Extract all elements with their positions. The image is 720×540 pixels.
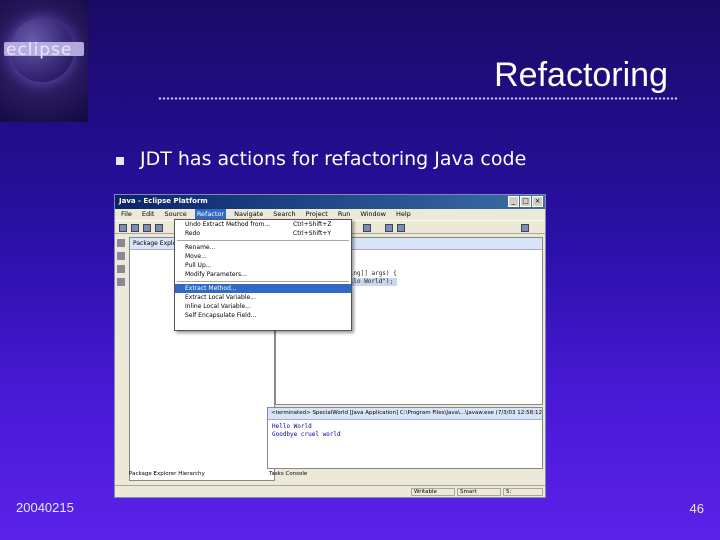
status-position: 5: — [503, 488, 543, 496]
menu-separator — [177, 240, 349, 241]
menu-file: File — [121, 210, 132, 218]
refactor-menu: Undo Extract Method from... Ctrl+Shift+Z … — [174, 219, 352, 331]
window-title: Java - Eclipse Platform — [119, 197, 208, 205]
save-icon — [131, 224, 139, 232]
eclipse-logo: eclipse — [0, 0, 88, 122]
back-icon — [385, 224, 393, 232]
resource-icon — [117, 265, 125, 273]
menu-separator — [177, 281, 349, 282]
console-view: <terminated> SpecialWorld [Java Applicat… — [267, 407, 543, 469]
status-insert-mode: Smart — [457, 488, 501, 496]
menu-item-undo: Undo Extract Method from... Ctrl+Shift+Z — [185, 221, 332, 228]
page-number: 46 — [689, 501, 704, 516]
logo-wordmark: eclipse — [6, 40, 73, 60]
status-writable: Writable — [411, 488, 455, 496]
menu-item-redo: Redo Ctrl+Shift+Y — [185, 230, 332, 237]
new-icon — [119, 224, 127, 232]
debug-icon — [155, 224, 163, 232]
status-bar: Writable Smart 5: — [115, 485, 545, 497]
window-title-bar: Java - Eclipse Platform — [115, 195, 545, 209]
menu-item-rename: Rename... — [185, 244, 216, 251]
forward-icon — [397, 224, 405, 232]
console-line: Hello World — [272, 423, 312, 430]
print-icon — [143, 224, 151, 232]
menu-item-extract-method: Extract Method... — [175, 284, 351, 293]
maximize-icon: □ — [520, 196, 531, 207]
title-divider — [158, 97, 678, 100]
menu-edit: Edit — [141, 210, 155, 218]
menu-help: Help — [395, 210, 411, 218]
console-output: Hello World Goodbye cruel world — [268, 420, 542, 442]
menu-item-self-encapsulate-field: Self Encapsulate Field... — [185, 312, 257, 319]
left-view-tabs: Package Explorer Hierarchy — [129, 471, 205, 477]
console-header: <terminated> SpecialWorld [Java Applicat… — [268, 408, 542, 420]
eclipse-window-screenshot: Java - Eclipse Platform _ □ × File Edit … — [114, 194, 546, 498]
slide-title: Refactoring — [494, 56, 668, 94]
menu-item-extract-local-variable: Extract Local Variable... — [185, 294, 256, 301]
perspective-icon — [521, 224, 529, 232]
menu-item-inline-local-variable: Inline Local Variable... — [185, 303, 251, 310]
search-icon — [363, 224, 371, 232]
window-controls: _ □ × — [508, 196, 543, 207]
menu-window: Window — [360, 210, 386, 218]
close-icon: × — [532, 196, 543, 207]
console-line: Goodbye cruel world — [272, 431, 341, 438]
bottom-view-tabs: Tasks Console — [269, 471, 308, 477]
bullet-text: JDT has actions for refactoring Java cod… — [140, 148, 527, 170]
perspective-bar — [117, 239, 127, 329]
menu-item-move: Move... — [185, 253, 207, 260]
bullet-icon — [116, 157, 124, 165]
menu-item-pull-up: Pull Up... — [185, 262, 212, 269]
footer-date: 20040215 — [16, 500, 74, 515]
minimize-icon: _ — [508, 196, 519, 207]
hierarchy-icon — [117, 252, 125, 260]
debug-perspective-icon — [117, 278, 125, 286]
java-perspective-icon — [117, 239, 125, 247]
menu-item-modify-parameters: Modify Parameters... — [185, 271, 247, 278]
